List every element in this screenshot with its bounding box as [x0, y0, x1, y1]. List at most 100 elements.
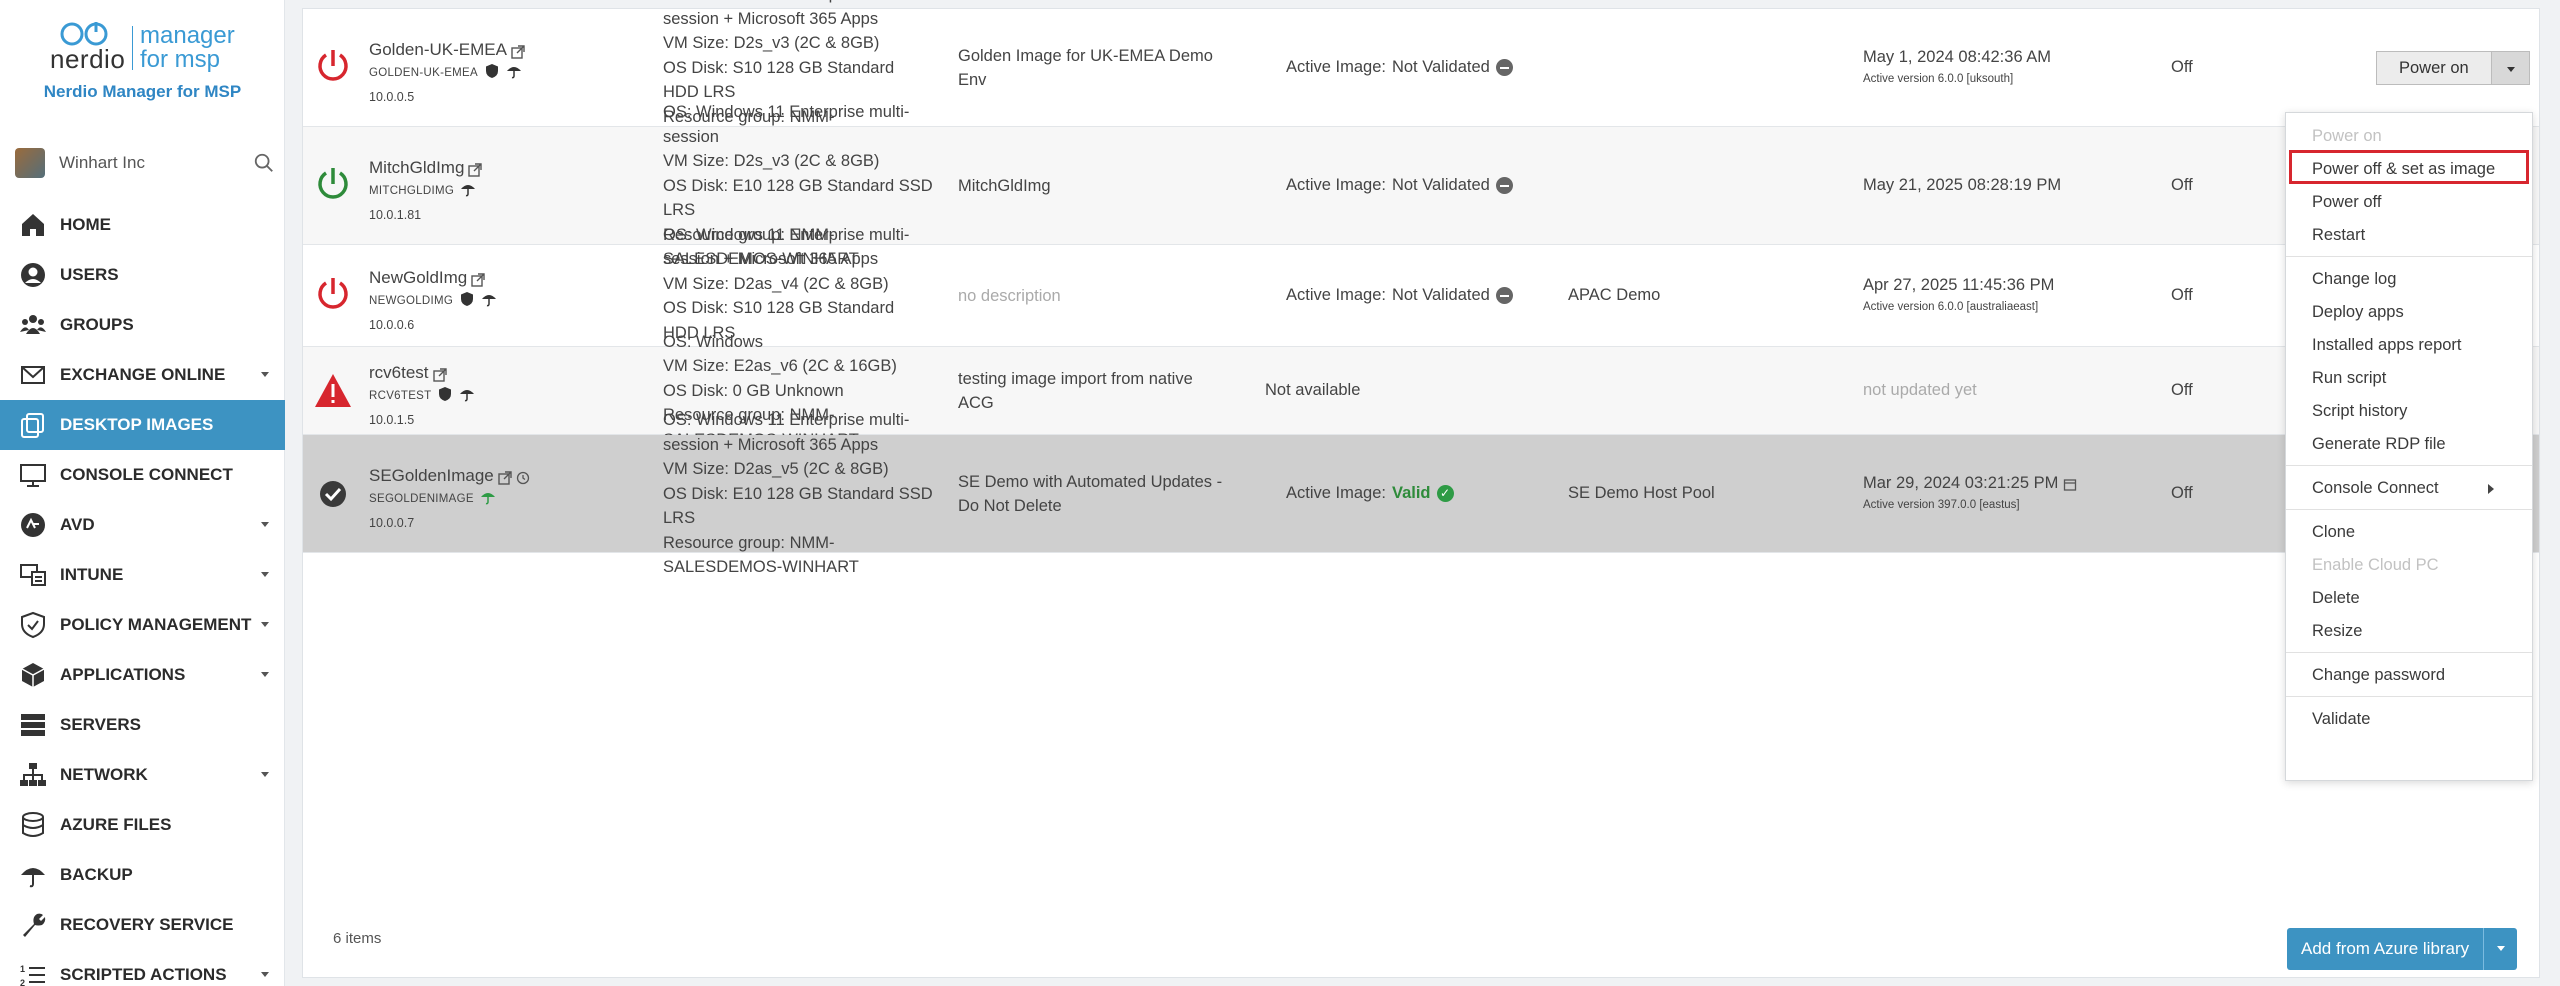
nav-item-policy-management[interactable]: POLICY MANAGEMENT — [0, 600, 285, 650]
nav-item-azure-files[interactable]: AZURE FILES — [0, 800, 285, 850]
checked-icon[interactable] — [313, 474, 353, 514]
nav-item-intune[interactable]: INTUNE — [0, 550, 285, 600]
last-updated: Mar 29, 2024 03:21:25 PM Active version … — [1863, 474, 2077, 511]
nerdio-logo[interactable]: nerdio manager for msp — [40, 18, 260, 78]
external-link-icon[interactable] — [498, 470, 512, 485]
logo-divider — [132, 26, 133, 70]
calendar-icon — [2058, 474, 2077, 492]
nav-item-label: NETWORK — [60, 765, 148, 784]
image-name-link[interactable]: NewGoldImg — [369, 268, 485, 288]
table-row[interactable]: NewGoldImg NEWGOLDIMG 10.0.0.6 OS: Windows … — [303, 226, 2539, 366]
menu-item-script-history[interactable]: Script history — [2312, 402, 2407, 421]
nav-item-applications[interactable]: APPLICATIONS — [0, 650, 285, 700]
image-name-link[interactable]: Golden-UK-EMEA — [369, 40, 525, 60]
active-image-status: Active Image: Not Validated — [1286, 176, 1513, 195]
power-off-icon[interactable] — [313, 48, 353, 88]
row-actions-dropdown-button[interactable] — [2491, 51, 2530, 85]
table-row[interactable]: MitchGldImg MITCHGLDIMG 10.0.1.81 OS: Windo… — [303, 103, 2539, 268]
last-updated: May 21, 2025 08:28:19 PM — [1863, 176, 2061, 195]
chevron-down-icon — [261, 572, 269, 577]
power-on-icon[interactable] — [313, 166, 353, 206]
nav-item-console-connect[interactable]: CONSOLE CONNECT — [0, 450, 285, 500]
nav-item-label: RECOVERY SERVICE — [60, 915, 234, 934]
active-version: Active version 6.0.0 [uksouth] — [1863, 73, 2014, 85]
table-row[interactable]: Golden-UK-EMEA GOLDEN-UK-EMEA 10.0.0.5 OS: … — [303, 0, 2539, 150]
nav-item-servers[interactable]: SERVERS — [0, 700, 285, 750]
nav-item-label: AZURE FILES — [60, 815, 172, 834]
nav-item-label: BACKUP — [60, 865, 133, 884]
nav-item-users[interactable]: USERS — [0, 250, 285, 300]
updated-datetime-text: Mar 29, 2024 03:21:25 PM — [1863, 474, 2059, 492]
ip-address: 10.0.0.7 — [369, 516, 415, 530]
spec-line: VM Size: E2as_v6 (2C & 16GB) — [663, 357, 897, 376]
spec-line: VM Size: D2as_v5 (2C & 8GB) — [663, 460, 889, 479]
nav-item-scripted-actions[interactable]: 1 2 SCRIPTED ACTIONS — [0, 950, 285, 986]
menu-item-change-password[interactable]: Change password — [2312, 666, 2445, 685]
menu-item-delete[interactable]: Delete — [2312, 589, 2360, 608]
table-row[interactable]: SEGoldenImage SEGOLDENIMAGE 10.0.0.7 OS: Wi… — [303, 411, 2539, 576]
active-image-value: Not Validated — [1391, 286, 1490, 304]
image-name-link[interactable]: rcv6test — [369, 363, 447, 383]
ip-address: 10.0.1.81 — [369, 208, 422, 222]
user-icon — [16, 258, 50, 292]
nav-item-label: EXCHANGE ONLINE — [60, 365, 226, 384]
power-on-button[interactable]: Power on — [2376, 51, 2492, 85]
nav-item-label: POLICY MANAGEMENT — [60, 615, 252, 634]
add-from-azure-library-button[interactable]: Add from Azure library — [2287, 928, 2484, 970]
chevron-down-icon — [261, 372, 269, 377]
spec-line: OS Disk: E10 128 GB Standard SSD — [663, 484, 933, 503]
menu-item-change-log[interactable]: Change log — [2312, 270, 2396, 289]
image-name-link[interactable]: SEGoldenImage — [369, 466, 530, 486]
tenant-selector[interactable]: Winhart Inc — [15, 148, 275, 178]
menu-item-run-script[interactable]: Run script — [2312, 369, 2386, 388]
nav-item-avd[interactable]: AVD — [0, 500, 285, 550]
image-description: testing image import from native ACG — [958, 367, 1268, 415]
chevron-right-icon — [2488, 484, 2494, 494]
power-off-icon[interactable] — [313, 276, 353, 316]
computer-name: NEWGOLDIMG — [369, 294, 454, 307]
menu-item-generate-rdp-file[interactable]: Generate RDP file — [2312, 435, 2446, 454]
description-line: Env — [958, 71, 987, 89]
nav-item-recovery-service[interactable]: RECOVERY SERVICE — [0, 900, 285, 950]
image-name: rcv6test — [369, 363, 429, 382]
image-name-link[interactable]: MitchGldImg — [369, 158, 483, 178]
nav-item-home[interactable]: HOME — [0, 200, 285, 250]
nav-item-network[interactable]: NETWORK — [0, 750, 285, 800]
menu-item-validate[interactable]: Validate — [2312, 710, 2370, 729]
menu-separator — [2286, 256, 2532, 257]
search-icon[interactable] — [253, 152, 275, 174]
table-row[interactable]: rcv6test RCV6TEST 10.0.1.5 OS: Windows VM Si… — [303, 333, 2539, 449]
menu-item-resize[interactable]: Resize — [2312, 622, 2362, 641]
menu-item-clone[interactable]: Clone — [2312, 523, 2355, 542]
nav-item-backup[interactable]: BACKUP — [0, 850, 285, 900]
image-computer-name: RCV6TEST — [369, 386, 475, 405]
menu-item-deploy-apps[interactable]: Deploy apps — [2312, 303, 2404, 322]
add-options-dropdown-button[interactable] — [2483, 928, 2518, 970]
active-image-value: Not Validated — [1391, 176, 1490, 194]
active-image-label: Active Image: — [1286, 58, 1386, 76]
menu-item-installed-apps-report[interactable]: Installed apps report — [2312, 336, 2462, 355]
updated-datetime-text: not updated yet — [1863, 381, 1977, 399]
menu-item-restart[interactable]: Restart — [2312, 226, 2365, 245]
external-link-icon[interactable] — [468, 162, 483, 177]
computer-name: SEGOLDENIMAGE — [369, 492, 474, 505]
external-link-icon[interactable] — [471, 272, 485, 287]
active-image-label: Not available — [1265, 381, 1361, 399]
menu-separator — [2286, 696, 2532, 697]
nav-item-groups[interactable]: GROUPS — [0, 300, 285, 350]
menu-item-power-off[interactable]: Power off — [2312, 193, 2381, 212]
warning-icon[interactable] — [313, 371, 353, 411]
last-updated: not updated yet — [1863, 381, 1977, 400]
updated-datetime: Mar 29, 2024 03:21:25 PM — [1863, 474, 2077, 493]
power-state: Off — [2171, 58, 2193, 76]
svg-text:2: 2 — [20, 978, 25, 986]
nav-item-label: DESKTOP IMAGES — [60, 415, 214, 434]
menu-item-console-connect[interactable]: Console Connect — [2312, 479, 2439, 498]
external-link-icon[interactable] — [511, 44, 525, 59]
image-computer-name: NEWGOLDIMG — [369, 291, 497, 310]
menu-item-power-off-set-as-image[interactable]: Power off & set as image — [2312, 160, 2495, 179]
external-link-icon[interactable] — [432, 367, 447, 382]
nav-item-exchange-online[interactable]: EXCHANGE ONLINE — [0, 350, 285, 400]
spec-line: OS: Windows 11 Enterprise multi- — [663, 103, 910, 122]
nav-item-desktop-images[interactable]: DESKTOP IMAGES — [0, 400, 285, 450]
